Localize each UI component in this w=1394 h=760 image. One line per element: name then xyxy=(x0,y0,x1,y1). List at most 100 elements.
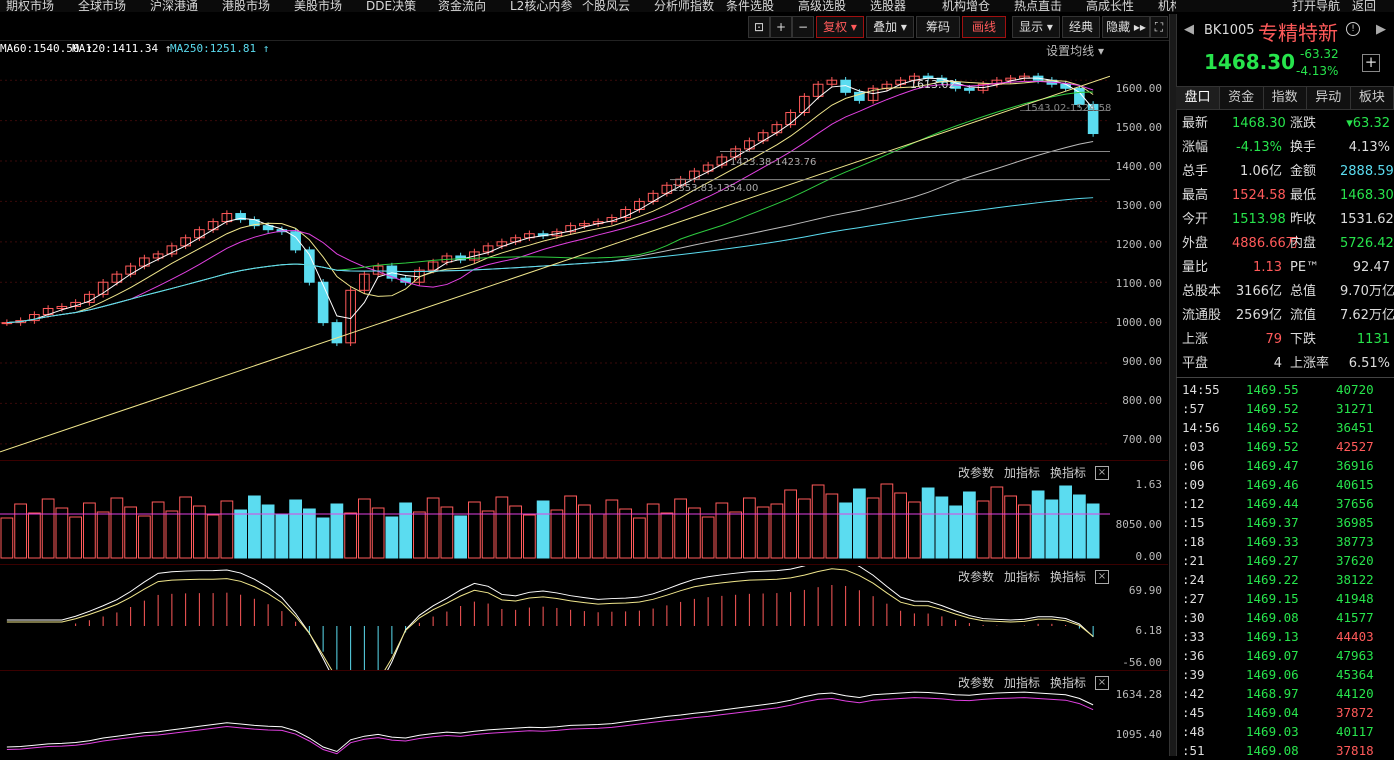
axis-label: 800.00 xyxy=(1122,394,1162,407)
top-menu-item[interactable]: L2核心内参 xyxy=(510,0,572,12)
top-menu-item[interactable]: 美股市场 xyxy=(294,0,342,12)
top-menu-item[interactable]: 机构推荐 xyxy=(1158,0,1176,12)
top-menu-item[interactable]: 分析师指数 xyxy=(654,0,714,12)
axis-label: 1300.00 xyxy=(1115,199,1162,212)
toolbar-button[interactable]: 筹码 xyxy=(916,16,960,38)
settings-ma-button[interactable]: 设置均线 ▾ xyxy=(1046,42,1104,59)
quote-value: 1531.62 xyxy=(1340,212,1394,227)
volume-bar xyxy=(1073,494,1086,559)
next-arrow-icon[interactable]: ▶ xyxy=(1376,22,1386,37)
quote-tab[interactable]: 板块 xyxy=(1350,87,1394,109)
toolbar-button[interactable]: 叠加 ▾ xyxy=(866,16,914,38)
close-icon[interactable]: × xyxy=(1095,570,1109,584)
volume-bar xyxy=(1004,495,1017,559)
axis-label: 1600.00 xyxy=(1115,82,1162,95)
toolbar-button[interactable]: 经典 xyxy=(1062,16,1100,38)
tick-time: :45 xyxy=(1182,705,1205,720)
top-menu-item[interactable]: 港股市场 xyxy=(222,0,270,12)
quote-tab[interactable]: 资金 xyxy=(1220,87,1264,109)
pane-button[interactable]: 改参数 xyxy=(958,674,994,691)
top-menu-item[interactable]: 个股风云 xyxy=(582,0,630,12)
stock-price: 1468.30 xyxy=(1204,50,1296,74)
quote-value: 4 xyxy=(1273,356,1282,371)
top-menu-item[interactable]: 高成长性 xyxy=(1086,0,1134,12)
top-menu-item[interactable]: 资金流向 xyxy=(438,0,486,12)
top-menu-item[interactable]: DDE决策 xyxy=(366,0,416,12)
line2-annotation: 1353.83-1354.00 xyxy=(672,183,759,194)
axis-label: 1400.00 xyxy=(1115,160,1162,173)
axis-label: 1000.00 xyxy=(1115,316,1162,329)
volume-bar xyxy=(536,500,550,559)
top-menu-item[interactable]: 机构增仓 xyxy=(942,0,990,12)
pane-button[interactable]: 换指标 xyxy=(1050,464,1086,481)
add-watchlist-button[interactable]: + xyxy=(1362,54,1380,72)
toolbar-button[interactable]: 复权 ▾ xyxy=(816,16,864,38)
quote-label: 内盘 xyxy=(1290,236,1317,251)
toolbar-button[interactable]: + xyxy=(770,16,792,38)
quote-tab[interactable]: 指数 xyxy=(1263,87,1308,109)
pane-button[interactable]: 换指标 xyxy=(1050,674,1086,691)
price-chart-pane: 1600.00 1500.00 1400.00 1300.00 1200.00 1100.… xyxy=(0,60,1168,461)
info-icon[interactable]: ! xyxy=(1346,22,1360,36)
quote-value: 6.51% xyxy=(1348,356,1390,371)
tick-volume: 38773 xyxy=(1336,534,1374,549)
pane-button[interactable]: 改参数 xyxy=(958,568,994,585)
volume-bar xyxy=(151,501,165,559)
close-icon[interactable]: × xyxy=(1095,676,1109,690)
top-menu-item[interactable]: 条件选股 xyxy=(726,0,774,12)
toolbar-button[interactable]: − xyxy=(792,16,814,38)
pane-button[interactable]: 换指标 xyxy=(1050,568,1086,585)
top-menu-item[interactable]: 热点直击 xyxy=(1014,0,1062,12)
volume-bar xyxy=(275,513,289,559)
pane-button[interactable]: 改参数 xyxy=(958,464,994,481)
toolbar-button[interactable]: 画线 xyxy=(962,16,1006,38)
chart-toolbar: MA60:1540.50 ↑ MA120:1411.34 ↑ MA250:1251.… xyxy=(0,14,1176,58)
toolbar-button[interactable]: 显示 ▾ xyxy=(1012,16,1060,38)
volume-bar xyxy=(729,511,742,559)
quote-row: 上涨 79 下跌 1131 xyxy=(1176,328,1394,352)
tick-price: 1469.08 xyxy=(1246,610,1299,625)
volume-bar xyxy=(646,503,660,559)
top-menu-item[interactable]: 沪深港通 xyxy=(150,0,198,12)
quote-label: 流通股 xyxy=(1182,308,1222,323)
quote-value: 4.13% xyxy=(1348,140,1390,155)
volume-bar xyxy=(591,513,605,559)
tick-time: :06 xyxy=(1182,458,1205,473)
tick-volume: 36916 xyxy=(1336,458,1374,473)
volume-bar xyxy=(523,514,536,559)
prev-arrow-icon[interactable]: ◀ xyxy=(1184,22,1194,37)
close-icon[interactable]: × xyxy=(1095,466,1109,480)
ma120-line xyxy=(6,141,1094,324)
tick-price: 1469.52 xyxy=(1246,401,1299,416)
volume-bar xyxy=(756,506,770,559)
top-menu-item[interactable]: 全球市场 xyxy=(78,0,126,12)
tick-row: :15 1469.37 36985 xyxy=(1176,513,1394,532)
quote-label: 下跌 xyxy=(1290,332,1317,347)
quote-label: 流值 xyxy=(1290,308,1317,323)
quote-value: 7.62万亿 xyxy=(1340,308,1394,323)
top-menu-item[interactable]: 高级选股 xyxy=(798,0,846,12)
volume-bar xyxy=(908,501,921,559)
tick-time: 14:56 xyxy=(1182,420,1220,435)
tick-volume: 41948 xyxy=(1336,591,1374,606)
tick-volume: 40615 xyxy=(1336,477,1374,492)
volume-chart xyxy=(0,483,1110,559)
top-menu-item[interactable]: 期权市场 xyxy=(6,0,54,12)
fullscreen-icon[interactable]: ⛶ xyxy=(1150,16,1168,38)
quote-tab[interactable]: 异动 xyxy=(1307,87,1351,109)
top-right-menu-item[interactable]: 打开导航 xyxy=(1292,0,1340,12)
toolbar-button[interactable]: 隐藏 ▸▸ xyxy=(1102,16,1150,38)
lock-icon[interactable]: ⊡ xyxy=(748,16,770,38)
quote-label: 总手 xyxy=(1182,164,1209,179)
pane-button[interactable]: 加指标 xyxy=(1004,674,1040,691)
top-right-menu-item[interactable]: 返回 xyxy=(1352,0,1376,12)
quote-tab[interactable]: 盘口 xyxy=(1176,87,1220,109)
volume-bar xyxy=(798,498,811,559)
top-menu-item[interactable]: 选股器 xyxy=(870,0,906,12)
volume-bar xyxy=(976,500,990,559)
volume-bar xyxy=(206,514,220,559)
volume-bar xyxy=(894,492,907,559)
candle-body xyxy=(331,322,343,344)
pane-button[interactable]: 加指标 xyxy=(1004,568,1040,585)
pane-button[interactable]: 加指标 xyxy=(1004,464,1040,481)
